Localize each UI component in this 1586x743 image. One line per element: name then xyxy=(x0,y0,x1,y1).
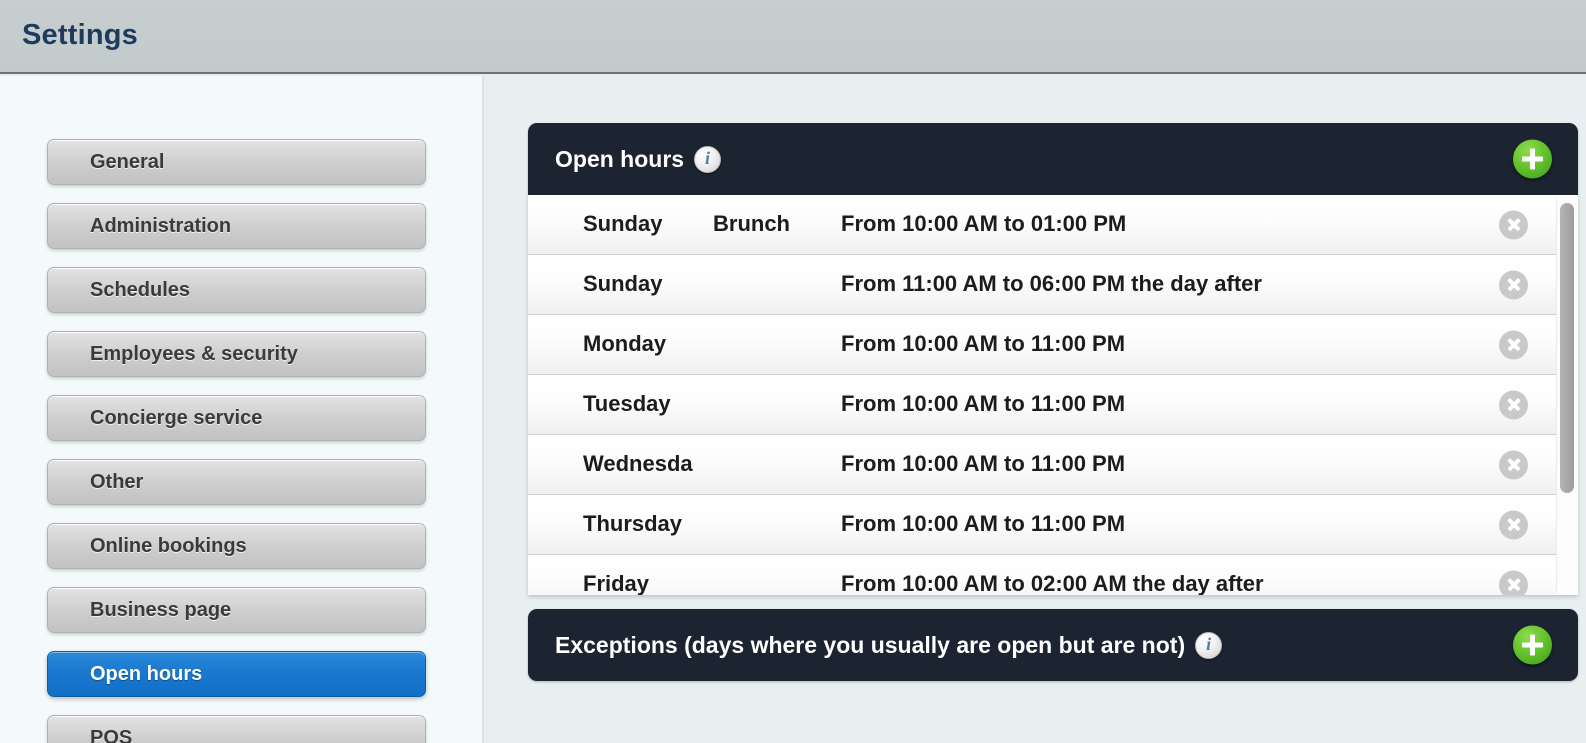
open-hours-list: Sunday Brunch From 10:00 AM to 01:00 PM Sun… xyxy=(528,195,1578,595)
row-hours: From 10:00 AM to 11:00 PM xyxy=(841,451,1126,476)
sidebar-item-other[interactable]: Other xyxy=(47,459,426,505)
sidebar-item-label: Administration xyxy=(90,215,232,237)
sidebar-item-label: General xyxy=(90,151,165,173)
table-row[interactable]: Sunday From 11:00 AM to 06:00 PM the day … xyxy=(528,255,1556,315)
sidebar-item-label: Employees & security xyxy=(90,343,298,365)
open-hours-title-group: Open hours xyxy=(555,123,722,195)
row-hours: From 10:00 AM to 11:00 PM xyxy=(841,391,1126,416)
row-hours: From 11:00 AM to 06:00 PM the day after xyxy=(841,271,1262,296)
row-day: Thursday xyxy=(583,511,683,536)
row-hours: From 10:00 AM to 02:00 AM the day after xyxy=(841,571,1264,595)
row-day: Monday xyxy=(583,331,667,356)
delete-row-button[interactable] xyxy=(1499,510,1528,539)
settings-content: Open hours Sunday Brunch From 10:00 AM to … xyxy=(486,76,1586,743)
sidebar-item-administration[interactable]: Administration xyxy=(47,203,426,249)
app-header: Settings xyxy=(0,0,1586,74)
sidebar-item-online-bookings[interactable]: Online bookings xyxy=(47,523,426,569)
add-exception-button[interactable] xyxy=(1513,625,1552,665)
sidebar-item-concierge-service[interactable]: Concierge service xyxy=(47,395,426,441)
open-hours-scrollbar[interactable] xyxy=(1556,197,1576,593)
delete-row-button[interactable] xyxy=(1499,450,1528,479)
row-day: Wednesda xyxy=(583,451,693,476)
exceptions-panel-header: Exceptions (days where you usually are o… xyxy=(528,609,1578,681)
open-hours-title: Open hours xyxy=(555,145,685,172)
sidebar-item-label: Online bookings xyxy=(90,535,247,557)
sidebar-item-business-page[interactable]: Business page xyxy=(47,587,426,633)
delete-row-button[interactable] xyxy=(1499,570,1528,595)
open-hours-rows: Sunday Brunch From 10:00 AM to 01:00 PM Sun… xyxy=(528,195,1556,595)
row-day: Friday xyxy=(583,571,650,595)
open-hours-panel: Open hours Sunday Brunch From 10:00 AM to … xyxy=(528,123,1578,595)
sidebar-item-label: Other xyxy=(90,471,144,493)
sidebar-item-general[interactable]: General xyxy=(47,139,426,185)
delete-row-button[interactable] xyxy=(1499,390,1528,419)
sidebar-item-label: POS xyxy=(90,727,133,743)
table-row[interactable]: Thursday From 10:00 AM to 11:00 PM xyxy=(528,495,1556,555)
sidebar-item-schedules[interactable]: Schedules xyxy=(47,267,426,313)
sidebar-item-employees-security[interactable]: Employees & security xyxy=(47,331,426,377)
row-tag: Brunch xyxy=(713,211,790,236)
row-hours: From 10:00 AM to 11:00 PM xyxy=(841,331,1126,356)
sidebar-item-label: Concierge service xyxy=(90,407,263,429)
row-day: Sunday xyxy=(583,271,663,296)
delete-row-button[interactable] xyxy=(1499,210,1528,239)
add-open-hours-button[interactable] xyxy=(1513,139,1552,179)
sidebar-item-pos[interactable]: POS xyxy=(47,715,426,743)
scrollbar-thumb[interactable] xyxy=(1560,203,1574,493)
exceptions-title-group: Exceptions (days where you usually are o… xyxy=(555,609,1223,681)
table-row[interactable]: Monday From 10:00 AM to 11:00 PM xyxy=(528,315,1556,375)
sidebar-item-open-hours[interactable]: Open hours xyxy=(47,651,426,697)
sidebar-item-label: Schedules xyxy=(90,279,191,301)
settings-sidebar: General Administration Schedules Employees … xyxy=(0,76,484,743)
exceptions-title: Exceptions (days where you usually are o… xyxy=(555,631,1186,658)
settings-screen: Settings General Administration Schedules E… xyxy=(0,0,1586,743)
row-hours: From 10:00 AM to 11:00 PM xyxy=(841,511,1126,536)
table-row[interactable]: Friday From 10:00 AM to 02:00 AM the day … xyxy=(528,555,1556,595)
sidebar-item-label: Open hours xyxy=(90,663,203,685)
info-icon[interactable] xyxy=(694,145,722,173)
table-row[interactable]: Tuesday From 10:00 AM to 11:00 PM xyxy=(528,375,1556,435)
delete-row-button[interactable] xyxy=(1499,330,1528,359)
sidebar-item-label: Business page xyxy=(90,599,232,621)
exceptions-panel: Exceptions (days where you usually are o… xyxy=(528,609,1578,681)
table-row[interactable]: Wednesda From 10:00 AM to 11:00 PM xyxy=(528,435,1556,495)
page-title: Settings xyxy=(22,19,138,51)
sidebar-nav-list: General Administration Schedules Employees … xyxy=(47,139,426,743)
table-row[interactable]: Sunday Brunch From 10:00 AM to 01:00 PM xyxy=(528,195,1556,255)
row-hours: From 10:00 AM to 01:00 PM xyxy=(841,211,1127,236)
info-icon[interactable] xyxy=(1195,631,1223,659)
row-day: Sunday xyxy=(583,211,663,236)
open-hours-panel-header: Open hours xyxy=(528,123,1578,195)
row-day: Tuesday xyxy=(583,391,671,416)
delete-row-button[interactable] xyxy=(1499,270,1528,299)
